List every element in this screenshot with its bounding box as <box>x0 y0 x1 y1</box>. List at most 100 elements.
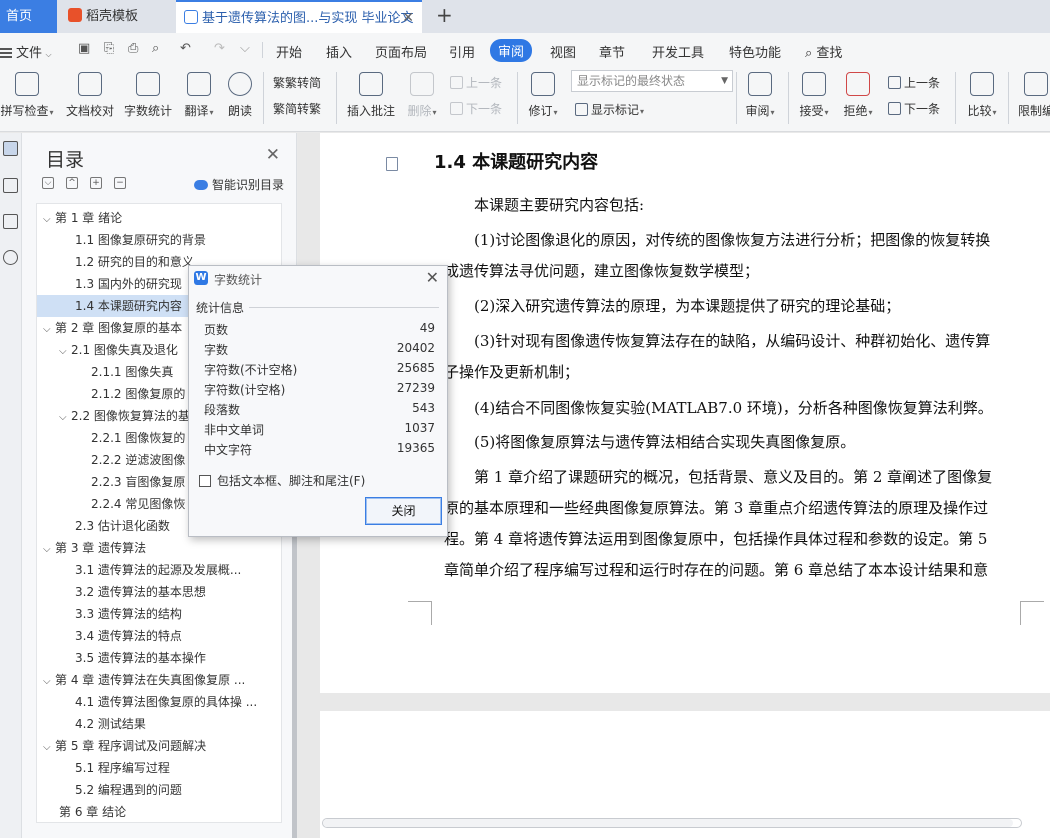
restrict-edit-button[interactable]: 限制编 <box>1018 72 1050 119</box>
include-textbox-checkbox[interactable]: 包括文本框、脚注和尾注(F) <box>199 472 365 489</box>
close-icon[interactable]: ✕ <box>266 145 280 165</box>
reject-button[interactable]: 拒绝▾ <box>840 72 876 119</box>
more-icon[interactable]: ⌵ <box>240 41 250 56</box>
toc-section[interactable]: 4.1 遗传算法图像复原的具体操 ... <box>37 691 269 713</box>
checkbox-box[interactable] <box>199 475 211 487</box>
save-icon[interactable]: ▣ <box>78 41 90 56</box>
translate-button[interactable]: 翻译▾ <box>180 72 218 119</box>
menu-reference[interactable]: 引用 <box>449 42 475 61</box>
file-menu[interactable]: 文件 ⌵ <box>0 42 52 61</box>
chevron-down-icon[interactable]: ⌵ <box>43 671 55 691</box>
menu-chapter[interactable]: 章节 <box>599 42 625 61</box>
paragraph-line: (1)讨论图像退化的原因，对传统的图像恢复方法进行分析；把图像的恢复转换 <box>474 231 991 249</box>
insert-comment-button[interactable]: 插入批注 <box>344 72 398 119</box>
toc-section[interactable]: 5.1 程序编写过程 <box>37 757 269 779</box>
toc-chapter[interactable]: ⌵ 第 5 章 程序调试及问题解决 <box>37 735 269 757</box>
add-heading-icon[interactable]: + <box>90 177 102 189</box>
toc-chapter[interactable]: ⌵ 第 4 章 遗传算法在失真图像复原 ... <box>37 669 269 691</box>
remove-heading-icon[interactable]: − <box>114 177 126 189</box>
close-icon[interactable]: ✕ <box>402 2 414 35</box>
toc-section[interactable]: 3.4 遗传算法的特点 <box>37 625 269 647</box>
stat-label: 段落数 <box>204 403 241 417</box>
scroll-thumb[interactable] <box>323 819 1013 827</box>
stat-label: 字符数(计空格) <box>204 383 286 397</box>
review-label: 审阅 <box>745 104 770 118</box>
spell-check-button[interactable]: 拼写检查▾ <box>0 72 54 119</box>
accept-button[interactable]: 接受▾ <box>796 72 832 119</box>
redo-icon[interactable]: ↷ <box>214 41 225 56</box>
word-count-icon <box>136 72 160 96</box>
menu-layout[interactable]: 页面布局 <box>375 42 427 61</box>
toc-item-label: 第 4 章 遗传算法在失真图像复原 ... <box>55 673 246 687</box>
toc-chapter[interactable]: 第 6 章 结论 <box>37 801 269 822</box>
trad-to-simp-button[interactable]: 繁繁转简 <box>273 74 321 91</box>
toc-section[interactable]: 1.1 图像复原研究的背景 <box>37 229 269 251</box>
delete-comment-button[interactable]: 删除▾ <box>404 72 440 119</box>
find-panel-icon[interactable] <box>3 250 18 265</box>
close-icon[interactable]: ✕ <box>426 268 439 287</box>
horizontal-scrollbar[interactable] <box>322 818 1022 828</box>
menu-insert[interactable]: 插入 <box>326 42 352 61</box>
prev-comment-button[interactable]: 上一条 <box>450 74 502 91</box>
docer-logo-icon <box>68 8 82 22</box>
read-aloud-button[interactable]: 朗读 <box>226 72 254 119</box>
toc-section[interactable]: 3.3 遗传算法的结构 <box>37 603 269 625</box>
next-change-button[interactable]: 下一条 <box>888 100 940 117</box>
menu-devtools[interactable]: 开发工具 <box>652 42 704 61</box>
display-state-select[interactable]: 显示标记的最终状态 ▼ <box>571 70 733 92</box>
tab-template[interactable]: 稻壳模板 <box>58 0 174 33</box>
menu-start[interactable]: 开始 <box>276 42 302 61</box>
toc-section[interactable]: 3.5 遗传算法的基本操作 <box>37 647 269 669</box>
toc-section[interactable]: 3.2 遗传算法的基本思想 <box>37 581 269 603</box>
export-icon[interactable]: ⎘ <box>104 41 114 56</box>
divider <box>262 42 263 58</box>
chevron-down-icon[interactable]: ⌵ <box>43 319 55 339</box>
toc-section[interactable]: 4.2 测试结果 <box>37 713 269 735</box>
toc-item-label: 3.5 遗传算法的基本操作 <box>75 651 206 665</box>
undo-icon[interactable]: ↶ <box>180 41 191 56</box>
toc-chapter[interactable]: ⌵ 第 1 章 绪论 <box>37 207 269 229</box>
stat-value: 543 <box>412 401 435 415</box>
show-markup-button[interactable]: 显示标记▾ <box>575 101 644 118</box>
preview-icon[interactable]: ⌕ <box>152 41 159 56</box>
tab-home[interactable]: 首页 <box>0 0 57 33</box>
menu-view[interactable]: 视图 <box>550 42 576 61</box>
chevron-down-icon[interactable]: ⌵ <box>43 539 55 559</box>
toc-section[interactable]: 3.1 遗传算法的起源及发展概... <box>37 559 269 581</box>
toc-section[interactable]: 5.2 编程遇到的问题 <box>37 779 269 801</box>
next-comment-button[interactable]: 下一条 <box>450 100 502 117</box>
delete-label: 删除 <box>407 104 432 118</box>
toc-item-label: 2.1 图像失真及退化 <box>71 343 178 357</box>
chevron-down-icon[interactable]: ⌵ <box>59 407 71 427</box>
revise-button[interactable]: 修订▾ <box>525 72 561 119</box>
word-count-button[interactable]: 字数统计 <box>122 72 174 119</box>
divider <box>263 72 264 124</box>
expand-up-icon[interactable]: ^ <box>66 177 78 189</box>
chevron-down-icon[interactable]: ⌵ <box>43 737 55 757</box>
simp-to-trad-button[interactable]: 繁简转繁 <box>273 100 321 117</box>
tab-document[interactable]: 基于遗传算法的图...与实现 毕业论文 ✕ <box>176 0 422 33</box>
new-tab-button[interactable]: + <box>436 0 453 33</box>
bookmark-panel-icon[interactable] <box>3 178 18 193</box>
smart-toc-button[interactable]: 智能识别目录 <box>193 176 284 193</box>
toc-chapter[interactable]: ⌵ 第 3 章 遗传算法 <box>37 537 269 559</box>
search-button[interactable]: ⌕ 查找 <box>805 42 842 61</box>
collapse-all-icon[interactable]: ⌵ <box>42 177 54 189</box>
review-pane-button[interactable]: 审阅▾ <box>742 72 778 119</box>
toc-panel-icon[interactable] <box>3 141 18 156</box>
comment-panel-icon[interactable] <box>3 214 18 229</box>
paragraph-line: 原的基本原理和一些经典图像复原算法。第 3 章重点介绍遗传算法的原理及操作过 <box>444 499 989 517</box>
menu-review[interactable]: 审阅 <box>490 39 533 62</box>
menu-features[interactable]: 特色功能 <box>729 42 781 61</box>
next-change-label: 下一条 <box>904 102 941 116</box>
proofread-button[interactable]: 文档校对 <box>62 72 118 119</box>
dialog-header: W 字数统计 ✕ <box>189 266 447 292</box>
proofread-label: 文档校对 <box>65 104 114 118</box>
prev-change-button[interactable]: 上一条 <box>888 74 940 91</box>
close-button[interactable]: 关闭 <box>365 497 442 525</box>
chevron-down-icon[interactable]: ⌵ <box>43 209 55 229</box>
print-icon[interactable]: ⎙ <box>128 41 138 56</box>
page-options-icon[interactable] <box>386 157 398 171</box>
compare-button[interactable]: 比较▾ <box>963 72 1001 119</box>
chevron-down-icon[interactable]: ⌵ <box>59 341 71 361</box>
